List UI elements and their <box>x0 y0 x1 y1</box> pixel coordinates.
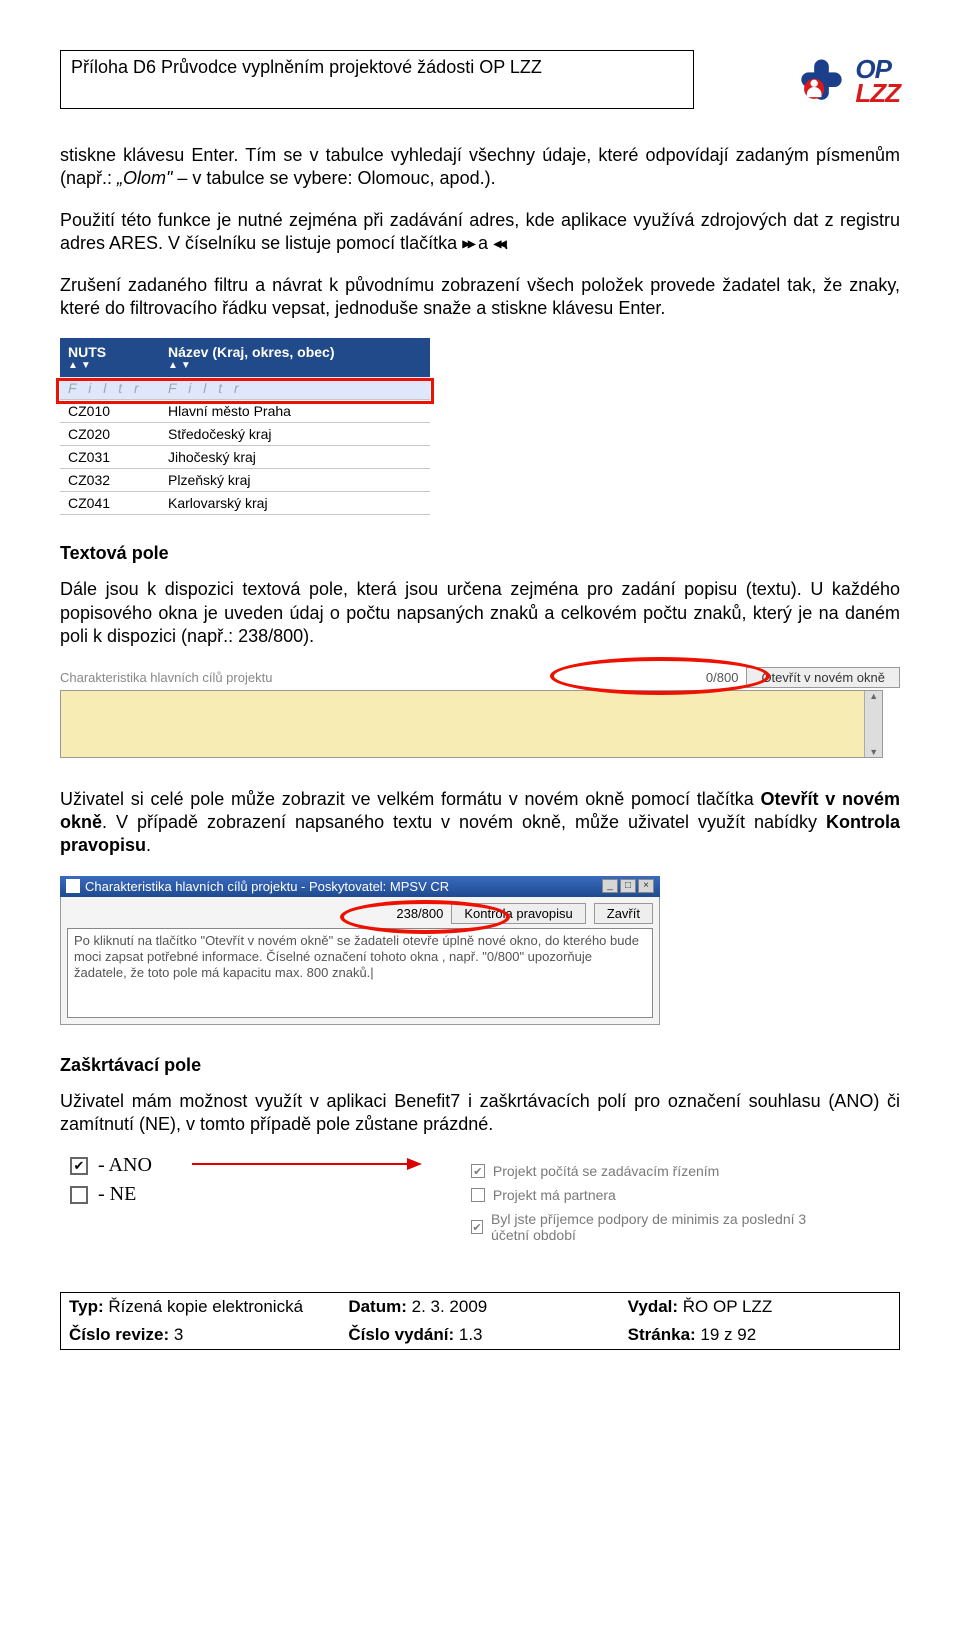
charcount-label: Charakteristika hlavních cílů projektu <box>60 670 272 685</box>
scrollbar[interactable]: ▲▼ <box>864 691 882 757</box>
forward-icon: ▶▶ <box>462 235 473 253</box>
popup-charcount: 238/800 <box>396 906 443 921</box>
paragraph-6: Uživatel mám možnost využít v aplikaci B… <box>60 1090 900 1137</box>
puzzle-logo-icon <box>794 54 849 109</box>
popup-title: Charakteristika hlavních cílů projektu -… <box>85 879 449 894</box>
checkbox-label: Projekt má partnera <box>493 1187 616 1203</box>
table-row[interactable]: CZ041Karlovarský kraj <box>60 492 430 515</box>
nuts-filter-input-1[interactable]: F i l t r <box>60 377 160 399</box>
sort-icon[interactable]: ▲▼ <box>68 360 152 371</box>
section-heading-checkboxes: Zaškrtávací pole <box>60 1055 900 1076</box>
checkbox-panel: ✔ Projekt počítá se zadávacím řízením Pr… <box>462 1154 842 1252</box>
minimize-button[interactable]: _ <box>602 879 618 893</box>
footer-table: Typ: Řízená kopie elektronická Datum: 2.… <box>60 1292 900 1350</box>
popup-window: Charakteristika hlavních cílů projektu -… <box>60 876 660 1025</box>
checkbox-checked-icon: ✔ <box>70 1157 88 1175</box>
table-row[interactable]: CZ032Plzeňský kraj <box>60 469 430 492</box>
sort-icon[interactable]: ▲▼ <box>168 360 422 371</box>
header-title-box: Příloha D6 Průvodce vyplněním projektové… <box>60 50 694 109</box>
nuts-header-code[interactable]: NUTS ▲▼ <box>60 338 160 377</box>
nuts-filter-row[interactable]: F i l t r F i l t r <box>60 377 430 400</box>
maximize-button[interactable]: □ <box>620 879 636 893</box>
section-heading-textfields: Textová pole <box>60 543 900 564</box>
checkbox-legend: ✔ - ANO - NE <box>70 1154 152 1212</box>
back-icon: ◀◀ <box>493 235 504 253</box>
nuts-filter-input-2[interactable]: F i l t r <box>160 377 430 399</box>
spellcheck-button[interactable]: Kontrola pravopisu <box>451 903 585 924</box>
close-popup-button[interactable]: Zavřít <box>594 903 653 924</box>
paragraph-4: Dále jsou k dispozici textová pole, kter… <box>60 578 900 648</box>
logo: OP LZZ <box>794 50 900 109</box>
close-button[interactable]: × <box>638 879 654 893</box>
paragraph-5: Uživatel si celé pole může zobrazit ve v… <box>60 788 900 858</box>
popup-textarea[interactable]: Po kliknutí na tlačítko "Otevřít v novém… <box>67 928 653 1018</box>
nuts-header-name[interactable]: Název (Kraj, okres, obec) ▲▼ <box>160 338 430 377</box>
checkbox-label: Byl jste příjemce podpory de minimis za … <box>491 1211 833 1243</box>
popup-titlebar[interactable]: Charakteristika hlavních cílů projektu -… <box>60 876 660 897</box>
nuts-table: NUTS ▲▼ Název (Kraj, okres, obec) ▲▼ F i… <box>60 338 430 515</box>
paragraph-3: Zrušení zadaného filtru a návrat k původ… <box>60 274 900 321</box>
charcount-value: 0/800 <box>706 670 739 685</box>
paragraph-1: stiskne klávesu Enter. Tím se v tabulce … <box>60 144 900 191</box>
arrow-icon <box>192 1154 422 1174</box>
window-icon <box>66 879 80 893</box>
checkbox[interactable] <box>471 1188 485 1202</box>
logo-text: OP LZZ <box>855 58 900 105</box>
table-row[interactable]: CZ031Jihočeský kraj <box>60 446 430 469</box>
charcount-textarea[interactable]: ▲▼ <box>60 690 883 758</box>
doc-header-title: Příloha D6 Průvodce vyplněním projektové… <box>71 57 542 77</box>
checkbox[interactable]: ✔ <box>471 1220 483 1234</box>
table-row[interactable]: CZ020Středočeský kraj <box>60 423 430 446</box>
checkbox-unchecked-icon <box>70 1186 88 1204</box>
checkbox-label: Projekt počítá se zadávacím řízením <box>493 1163 719 1179</box>
table-row[interactable]: CZ010Hlavní město Praha <box>60 400 430 423</box>
checkbox[interactable]: ✔ <box>471 1164 485 1178</box>
charcount-field: Charakteristika hlavních cílů projektu 0… <box>60 667 900 758</box>
paragraph-2: Použití této funkce je nutné zejména při… <box>60 209 900 256</box>
open-new-window-button[interactable]: Otevřít v novém okně <box>746 667 900 688</box>
